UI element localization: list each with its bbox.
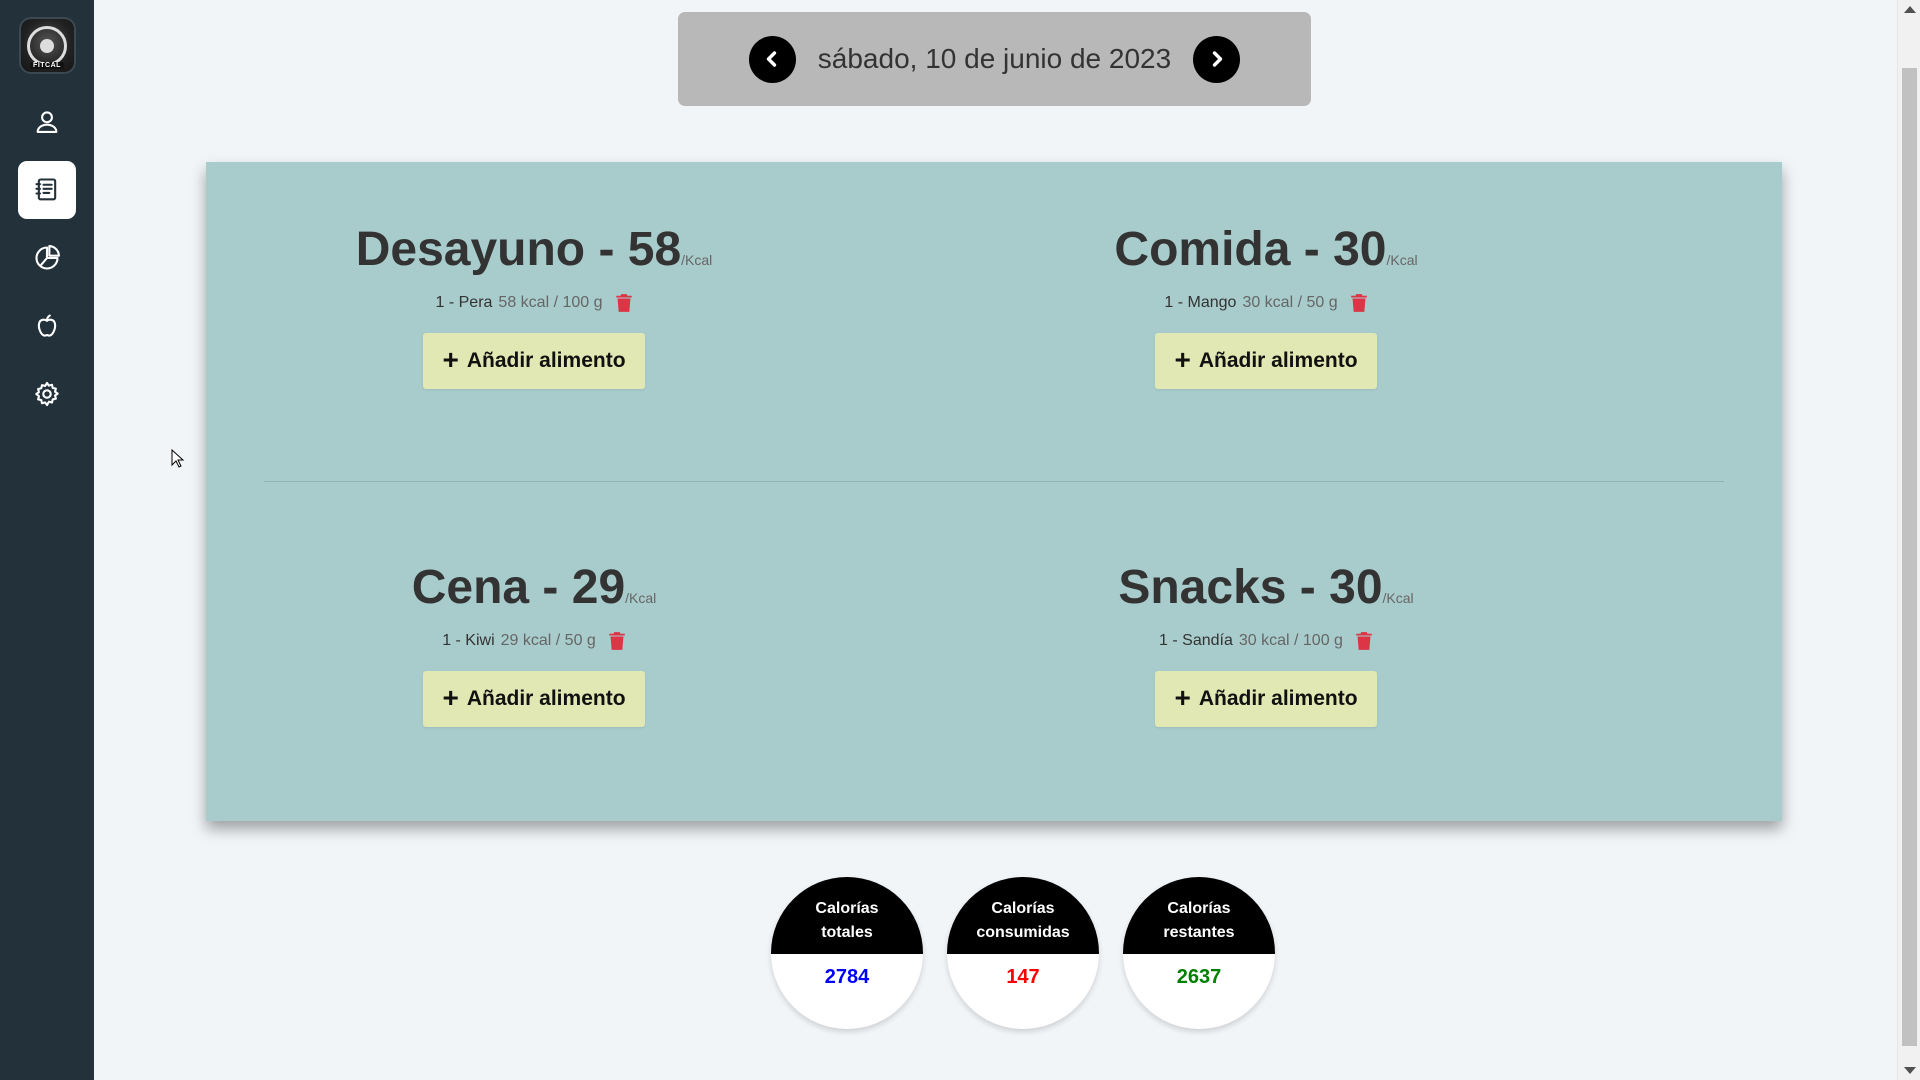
logo-text: FITCAL	[30, 61, 64, 69]
plus-icon: +	[1174, 681, 1191, 713]
meal-title: Cena - 29/Kcal	[411, 561, 657, 614]
consumed-calories-badge: Calorías consumidas 147	[947, 877, 1099, 1029]
gear-icon	[35, 381, 59, 407]
trash-icon[interactable]	[1355, 631, 1373, 651]
add-food-button[interactable]: + Añadir alimento	[423, 671, 645, 727]
consumed-calories-value: 147	[1006, 966, 1040, 988]
food-item: 1 - Kiwi 29 kcal / 50 g	[442, 631, 626, 651]
food-meta: 30 kcal / 50 g	[1242, 294, 1338, 311]
add-food-label: Añadir alimento	[1198, 687, 1358, 710]
apple-icon	[37, 314, 57, 337]
trash-icon[interactable]	[608, 631, 626, 651]
total-calories-badge: Calorías totales 2784	[771, 877, 923, 1029]
sidebar: FITCAL	[0, 0, 94, 1080]
scroll-down-icon[interactable]	[1904, 1067, 1916, 1074]
add-food-button[interactable]: + Añadir alimento	[1155, 333, 1377, 389]
sidebar-item-diary[interactable]	[18, 161, 76, 219]
remaining-calories-badge: Calorías restantes 2637	[1123, 877, 1275, 1029]
meal-title: Comida - 30/Kcal	[1114, 223, 1418, 276]
sidebar-item-foods[interactable]	[18, 297, 76, 355]
remaining-calories-value: 2637	[1176, 966, 1222, 988]
food-name: 1 - Kiwi	[442, 632, 495, 649]
meal-title: Desayuno - 58/Kcal	[355, 223, 713, 276]
food-name: 1 - Mango	[1164, 294, 1237, 311]
add-food-button[interactable]: + Añadir alimento	[1155, 671, 1377, 727]
next-day-button[interactable]	[1193, 35, 1241, 83]
meal-dinner: Cena - 29/Kcal 1 - Kiwi 29 kcal / 50 g +…	[234, 560, 834, 727]
calorie-summary: Calorías totales 2784 Calorías consumida…	[771, 877, 1275, 1029]
meal-lunch: Comida - 30/Kcal 1 - Mango 30 kcal / 50 …	[966, 222, 1566, 389]
meal-snacks: Snacks - 30/Kcal 1 - Sandía 30 kcal / 10…	[966, 560, 1566, 727]
kcal-unit: /Kcal	[1386, 252, 1418, 268]
add-food-label: Añadir alimento	[466, 687, 626, 710]
meal-title: Snacks - 30/Kcal	[1118, 561, 1414, 614]
food-name: 1 - Pera	[435, 294, 493, 311]
food-meta: 29 kcal / 50 g	[500, 632, 596, 649]
food-meta: 58 kcal / 100 g	[498, 294, 603, 311]
chevron-left-icon	[767, 51, 777, 67]
trash-icon[interactable]	[1350, 293, 1368, 313]
page-scrollbar[interactable]	[1897, 0, 1920, 1080]
plus-icon: +	[442, 343, 459, 375]
total-calories-label: Calorías totales	[771, 877, 923, 954]
scroll-thumb[interactable]	[1902, 68, 1917, 1046]
food-item: 1 - Mango 30 kcal / 50 g	[1164, 293, 1367, 313]
plus-icon: +	[1174, 343, 1191, 375]
add-food-label: Añadir alimento	[1198, 349, 1358, 372]
sidebar-item-profile[interactable]	[18, 93, 76, 151]
user-icon	[36, 111, 58, 133]
plus-icon: +	[442, 681, 459, 713]
date-navigator: sábado, 10 de junio de 2023	[678, 12, 1311, 106]
food-name: 1 - Sandía	[1159, 632, 1233, 649]
kcal-unit: /Kcal	[625, 590, 657, 606]
remaining-calories-label: Calorías restantes	[1123, 877, 1275, 954]
meals-card: Desayuno - 58/Kcal 1 - Pera 58 kcal / 10…	[206, 162, 1782, 821]
trash-icon[interactable]	[615, 293, 633, 313]
food-meta: 30 kcal / 100 g	[1238, 632, 1343, 649]
previous-day-button[interactable]	[748, 35, 796, 83]
current-date: sábado, 10 de junio de 2023	[817, 43, 1172, 74]
chevron-right-icon	[1212, 51, 1222, 67]
sidebar-item-settings[interactable]	[18, 365, 76, 423]
pie-chart-icon	[35, 245, 60, 270]
add-food-label: Añadir alimento	[466, 349, 626, 372]
meal-divider	[264, 481, 1724, 482]
sidebar-item-stats[interactable]	[18, 229, 76, 287]
app-logo[interactable]: FITCAL	[18, 17, 76, 74]
food-item: 1 - Sandía 30 kcal / 100 g	[1159, 631, 1373, 651]
kcal-unit: /Kcal	[681, 252, 713, 268]
add-food-button[interactable]: + Añadir alimento	[423, 333, 645, 389]
food-item: 1 - Pera 58 kcal / 100 g	[436, 293, 633, 313]
total-calories-value: 2784	[824, 966, 870, 988]
meal-breakfast: Desayuno - 58/Kcal 1 - Pera 58 kcal / 10…	[234, 222, 834, 389]
journal-icon	[35, 178, 57, 201]
logo-emblem: FITCAL	[27, 25, 67, 69]
consumed-calories-label: Calorías consumidas	[947, 877, 1099, 954]
kcal-unit: /Kcal	[1382, 590, 1414, 606]
scroll-up-icon[interactable]	[1904, 6, 1916, 13]
